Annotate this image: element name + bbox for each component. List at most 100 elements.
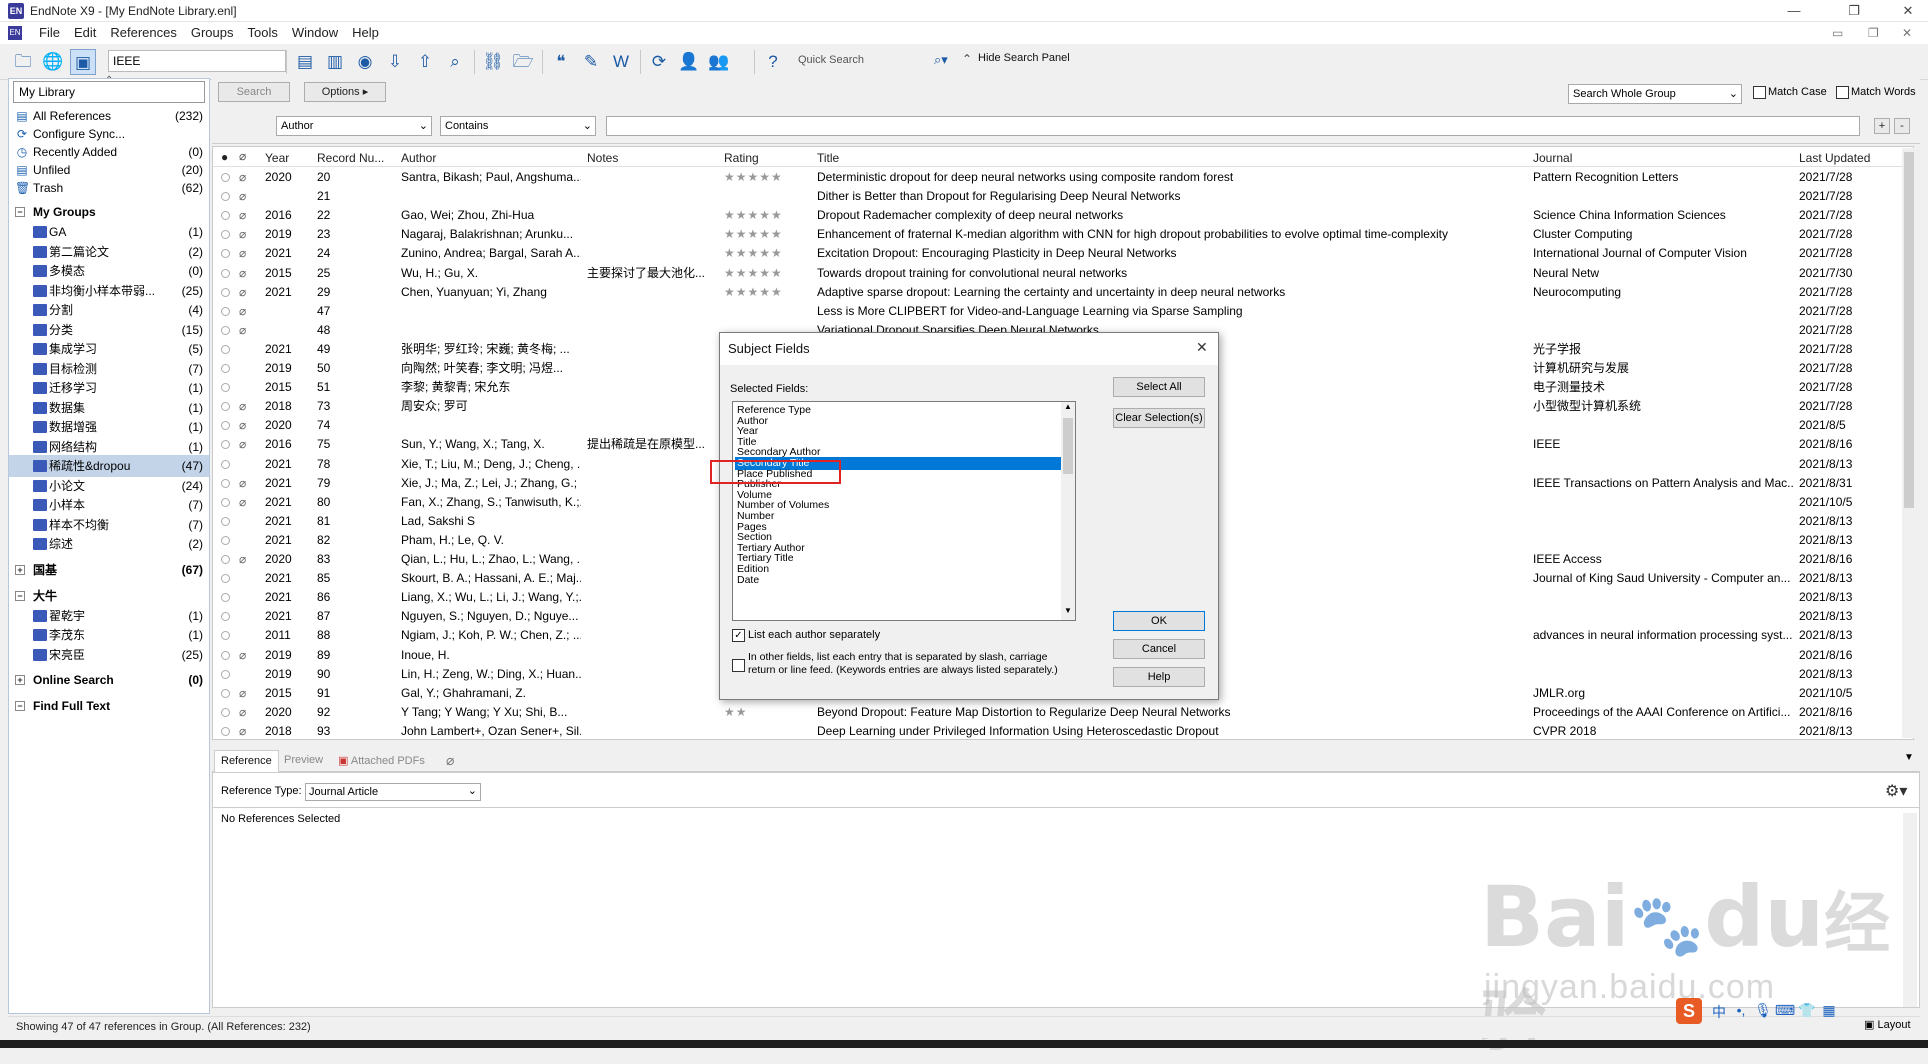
new-reference-icon[interactable]: ▥ bbox=[322, 49, 348, 75]
sogou-s-icon[interactable]: S bbox=[1676, 998, 1702, 1024]
skin-icon[interactable]: 👕 bbox=[1796, 1002, 1818, 1024]
ref-type-select[interactable]: Journal Article ⌄ bbox=[305, 783, 481, 801]
search-button[interactable]: Search bbox=[218, 82, 290, 102]
minimize-icon[interactable]: — bbox=[1782, 2, 1806, 20]
select-all-button[interactable]: Select All bbox=[1113, 377, 1205, 397]
daniu-group-2[interactable]: 宋亮臣 (25) bbox=[9, 644, 209, 666]
tab-reference[interactable]: Reference bbox=[214, 750, 279, 772]
help-icon[interactable]: ? bbox=[760, 49, 786, 75]
col-author[interactable]: Author bbox=[401, 151, 436, 165]
table-row[interactable]: ⌀ 2019 23 Nagaraj, Balakrishnan; Arunku... ★… bbox=[213, 225, 1913, 244]
table-row[interactable]: ⌀ 2020 92 Y Tang; Y Wang; Y Xu; Shi, B... ★★… bbox=[213, 703, 1913, 722]
keyboard-icon[interactable]: ⌨ bbox=[1774, 1002, 1796, 1024]
mic-icon[interactable]: 🎙 bbox=[1752, 1002, 1774, 1024]
options-button[interactable]: Options ▸ bbox=[304, 82, 386, 102]
read-status-icon[interactable] bbox=[221, 421, 230, 431]
table-row[interactable]: ⌀ 2021 29 Chen, Yuanyuan; Yi, Zhang ★★★★★ Ada… bbox=[213, 283, 1913, 302]
read-status-icon[interactable] bbox=[221, 173, 230, 182]
reference-list-scrollbar[interactable] bbox=[1902, 148, 1916, 738]
cancel-button[interactable]: Cancel bbox=[1113, 639, 1205, 659]
read-status-icon[interactable] bbox=[221, 478, 230, 488]
menu-tools[interactable]: Tools bbox=[240, 22, 284, 43]
read-status-header-icon[interactable]: ● bbox=[221, 150, 228, 164]
export-icon[interactable]: ⇧ bbox=[412, 49, 438, 75]
col-last-updated[interactable]: Last Updated bbox=[1799, 151, 1870, 165]
menu-window[interactable]: Window bbox=[285, 22, 345, 43]
fields-scroll-thumb[interactable] bbox=[1063, 418, 1073, 474]
chevron-up-icon[interactable]: ⌃ bbox=[105, 75, 113, 86]
table-row[interactable]: ⌀ 2018 93 John Lambert+, Ozan Sener+, Sil..… bbox=[213, 722, 1913, 739]
menu-groups[interactable]: Groups bbox=[184, 22, 241, 43]
read-status-icon[interactable] bbox=[221, 306, 230, 316]
local-library-icon[interactable]: 🗀 bbox=[10, 49, 36, 75]
ime-zh-icon[interactable]: 中 bbox=[1708, 1002, 1730, 1024]
col-record-number[interactable]: Record Nu... bbox=[317, 151, 384, 165]
read-status-icon[interactable] bbox=[221, 364, 230, 373]
quick-search-input[interactable]: Quick Search bbox=[796, 50, 956, 72]
search-scope-select[interactable]: Search Whole Group ⌄ bbox=[1568, 84, 1742, 104]
close-child-icon[interactable]: ✕ bbox=[1902, 26, 1912, 40]
word-icon[interactable]: W bbox=[608, 49, 634, 75]
list-each-author-checkbox[interactable]: ✓ bbox=[732, 629, 745, 642]
insert-citation-icon[interactable]: ▤ bbox=[292, 49, 318, 75]
table-row[interactable]: ⌀ 21 Dither is Better than Dropout for Reg… bbox=[213, 187, 1913, 206]
dialog-close-icon[interactable]: ✕ bbox=[1196, 339, 1208, 356]
search-operator-select[interactable]: Contains ⌄ bbox=[440, 116, 596, 136]
read-status-icon[interactable] bbox=[221, 459, 230, 469]
online-mode-icon[interactable]: 🌐 bbox=[40, 49, 66, 75]
my-groups-header[interactable]: − My Groups bbox=[9, 201, 209, 223]
format-bibliography-icon[interactable]: ✎ bbox=[578, 49, 604, 75]
fields-scrollbar[interactable]: ▲ ▼ bbox=[1061, 402, 1075, 620]
read-status-icon[interactable] bbox=[221, 402, 230, 412]
remove-row-icon[interactable]: - bbox=[1894, 118, 1910, 134]
tab-attached-pdfs[interactable]: ▣ Attached PDFs bbox=[332, 750, 431, 772]
read-status-icon[interactable] bbox=[221, 535, 230, 545]
read-status-icon[interactable] bbox=[221, 631, 230, 641]
scroll-down-icon[interactable]: ▼ bbox=[1061, 606, 1075, 618]
col-rating[interactable]: Rating bbox=[724, 151, 759, 165]
selected-fields-list[interactable]: Reference Type Author Year Title Secondary A… bbox=[732, 401, 1076, 621]
table-row[interactable]: ⌀ 47 Less is More CLIPBERT for Video-and-L… bbox=[213, 302, 1913, 321]
field-list-item[interactable]: Date bbox=[735, 574, 1061, 587]
read-status-icon[interactable] bbox=[221, 612, 230, 622]
sync-toolbar-icon[interactable]: ⟳ bbox=[646, 49, 672, 75]
menu-edit[interactable]: Edit bbox=[67, 22, 103, 43]
open-file-icon[interactable]: 🗁 bbox=[510, 49, 536, 75]
menu-help[interactable]: Help bbox=[345, 22, 386, 43]
read-status-icon[interactable] bbox=[221, 726, 230, 736]
read-status-icon[interactable] bbox=[221, 688, 230, 698]
find-full-text-icon[interactable]: ⌕ bbox=[442, 49, 468, 75]
read-status-icon[interactable] bbox=[221, 383, 230, 393]
col-journal[interactable]: Journal bbox=[1533, 151, 1572, 165]
group-item-16[interactable]: 综述 (2) bbox=[9, 533, 209, 555]
output-style-select[interactable]: IEEE bbox=[108, 50, 286, 72]
scroll-up-icon[interactable]: ▲ bbox=[1061, 402, 1075, 414]
collapse-icon[interactable]: ⌃ bbox=[962, 52, 972, 66]
menu-file[interactable]: File bbox=[32, 22, 67, 43]
table-row[interactable]: ⌀ 2016 22 Gao, Wei; Zhou, Zhi-Hua ★★★★★ Dropo… bbox=[213, 206, 1913, 225]
ok-button[interactable]: OK bbox=[1113, 611, 1205, 631]
read-status-icon[interactable] bbox=[221, 650, 230, 660]
punctuation-icon[interactable]: •, bbox=[1730, 1002, 1752, 1024]
insert-quote-icon[interactable]: ❝ bbox=[548, 49, 574, 75]
help-button[interactable]: Help bbox=[1113, 667, 1205, 687]
paperclip-icon[interactable]: ⌀ bbox=[446, 752, 454, 769]
read-status-icon[interactable] bbox=[221, 230, 230, 240]
tab-preview[interactable]: Preview bbox=[278, 750, 329, 772]
import-icon[interactable]: ⇩ bbox=[382, 49, 408, 75]
col-title[interactable]: Title bbox=[817, 151, 839, 165]
hide-search-panel-button[interactable]: Hide Search Panel bbox=[978, 52, 1070, 64]
table-row[interactable]: ⌀ 2020 20 Santra, Bikash; Paul, Angshuma...… bbox=[213, 168, 1913, 187]
library-item-4[interactable]: 🗑 Trash (62) bbox=[9, 177, 209, 199]
share-group-icon[interactable]: 👥 bbox=[706, 49, 732, 75]
grid-icon[interactable]: ▦ bbox=[1818, 1002, 1840, 1024]
read-status-icon[interactable] bbox=[221, 344, 230, 354]
read-status-icon[interactable] bbox=[221, 555, 230, 564]
close-window-icon[interactable]: ✕ bbox=[1896, 2, 1920, 20]
find-full-text-header[interactable]: − Find Full Text bbox=[9, 695, 209, 717]
read-status-icon[interactable] bbox=[221, 440, 230, 450]
menu-references[interactable]: References bbox=[103, 22, 183, 43]
open-link-icon[interactable]: ⛓ bbox=[480, 49, 506, 75]
search-field-select[interactable]: Author ⌄ bbox=[276, 116, 432, 136]
maximize-icon[interactable]: ❐ bbox=[1842, 2, 1866, 20]
